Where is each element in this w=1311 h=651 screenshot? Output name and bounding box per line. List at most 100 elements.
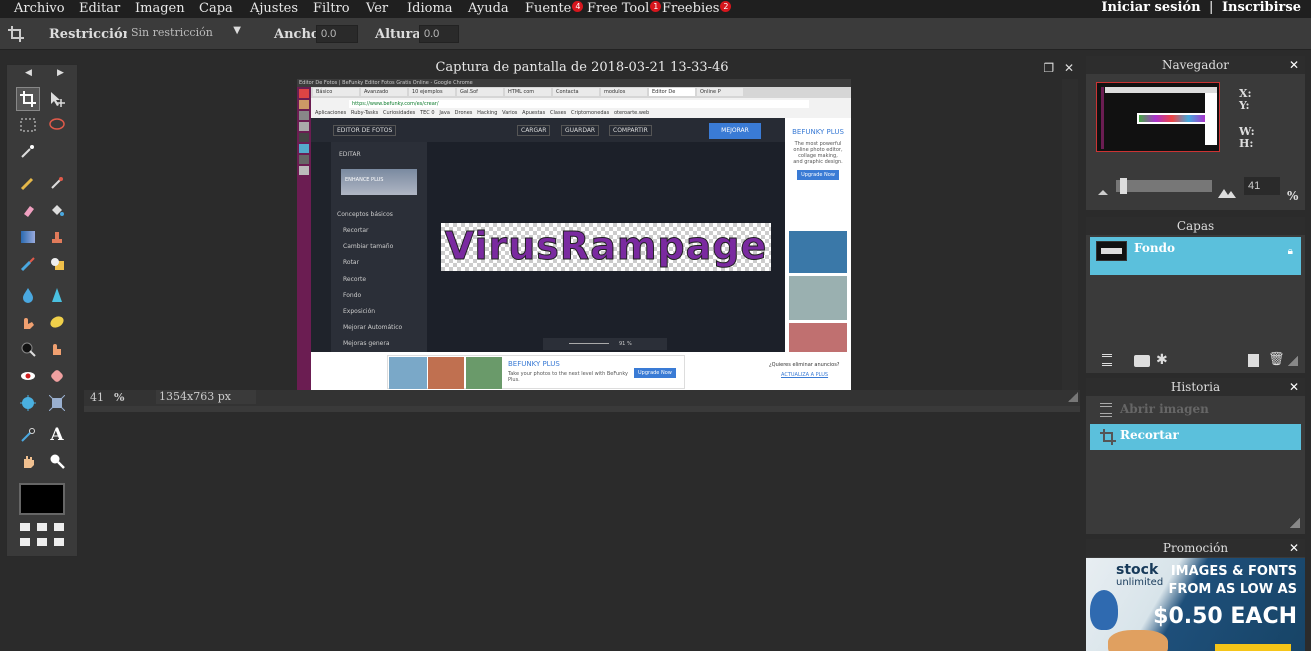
menu-imagen[interactable]: Imagen	[135, 1, 185, 16]
inner-load-button[interactable]: CARGAR	[517, 125, 551, 136]
foreground-color-swatch[interactable]	[19, 483, 65, 515]
menu-archivo[interactable]: Archivo	[14, 1, 65, 16]
chevron-left-icon[interactable]: ◀	[25, 68, 32, 78]
bookmark-item[interactable]: Hacking	[477, 110, 497, 116]
horizontal-scrollbar[interactable]	[84, 406, 1080, 412]
inner-remove-ads-link[interactable]: ACTUALIZA A PLUS	[781, 372, 828, 378]
marquee-tool-icon[interactable]	[16, 113, 40, 137]
bookmark-item[interactable]: Varios	[502, 110, 517, 116]
history-item[interactable]: Abrir imagen	[1090, 398, 1301, 424]
navigator-thumbnail[interactable]	[1096, 82, 1220, 152]
resize-handle-icon[interactable]	[1288, 356, 1298, 366]
inner-side-item[interactable]: Recorte	[343, 276, 366, 283]
bookmark-item[interactable]: Drones	[455, 110, 473, 116]
close-icon[interactable]: ✕	[1289, 378, 1299, 396]
inner-upgrade-button[interactable]: MEJORAR	[709, 123, 761, 139]
inner-side-item[interactable]: Fondo	[343, 292, 361, 299]
height-input[interactable]	[419, 25, 459, 43]
bookmark-item[interactable]: oteroarte.web	[614, 110, 649, 116]
image-canvas[interactable]: Editor De Fotos | BeFunky Editor Fotos G…	[297, 79, 851, 390]
chevron-right-icon[interactable]: ▶	[57, 68, 64, 78]
bloat-tool-icon[interactable]	[16, 391, 40, 415]
paint-bucket-icon[interactable]	[45, 198, 69, 222]
layer-effects-icon[interactable]: ✱	[1156, 352, 1168, 368]
layout-grid-icon[interactable]	[20, 523, 30, 531]
menu-idioma[interactable]: Idioma	[407, 1, 453, 16]
zoom-slider-track[interactable]	[1116, 180, 1212, 192]
close-icon[interactable]: ✕	[1064, 61, 1074, 75]
gradient-tool-icon[interactable]	[16, 225, 40, 249]
bookmark-item[interactable]: Clases	[550, 110, 566, 116]
color-replace-icon[interactable]	[16, 252, 40, 276]
sponge-tool-icon[interactable]	[45, 310, 69, 334]
history-item-active[interactable]: Recortar	[1090, 424, 1301, 450]
browser-tab[interactable]: HTML com	[505, 88, 551, 96]
text-tool-icon[interactable]: A	[45, 423, 69, 447]
bookmark-item[interactable]: Aplicaciones	[315, 110, 346, 116]
bookmark-item[interactable]: Curiosidades	[383, 110, 415, 116]
spot-heal-icon[interactable]	[45, 364, 69, 388]
menu-freebies[interactable]: Freebies 2	[662, 1, 732, 16]
browser-tab[interactable]: 10 ejemplos	[409, 88, 455, 96]
inner-side-item[interactable]: Cambiar tamaño	[343, 243, 393, 250]
menu-ayuda[interactable]: Ayuda	[468, 1, 509, 16]
layer-settings-icon[interactable]	[1102, 354, 1112, 366]
inner-ad-button[interactable]: Upgrade Now	[797, 170, 839, 180]
inner-side-item[interactable]: Rotar	[343, 259, 359, 266]
bookmark-item[interactable]: Ruby-Tasks	[351, 110, 378, 116]
inner-bottom-ad-button[interactable]: Upgrade Now	[634, 368, 676, 378]
menu-filtro[interactable]: Filtro	[313, 1, 350, 16]
restore-window-icon[interactable]: ❐	[1043, 61, 1054, 75]
zoom-value[interactable]: 41	[90, 391, 104, 404]
inner-side-item[interactable]: Mejorar Automático	[343, 324, 402, 331]
browser-tab[interactable]: Avanzado	[361, 88, 407, 96]
width-input[interactable]	[316, 25, 358, 43]
crop-tool[interactable]	[16, 87, 40, 111]
inner-save-button[interactable]: GUARDAR	[561, 125, 600, 136]
smudge-tool-icon[interactable]	[16, 310, 40, 334]
bookmark-item[interactable]: Criptomonedas	[571, 110, 609, 116]
zoom-out-icon[interactable]	[1098, 190, 1108, 195]
zoom-slider-thumb[interactable]	[1120, 178, 1127, 194]
address-field[interactable]: https://www.befunky.com/es/crear/	[349, 100, 809, 108]
signup-link[interactable]: Inscribirse	[1222, 0, 1301, 15]
pinch-tool-icon[interactable]	[45, 391, 69, 415]
new-layer-icon[interactable]	[1248, 354, 1259, 367]
inner-enhance-card[interactable]: ENHANCE PLUS	[341, 169, 417, 195]
restriction-select[interactable]: Sin restricción ▼	[127, 25, 245, 43]
burn-tool-icon[interactable]	[45, 337, 69, 361]
layout-grid-icon[interactable]	[54, 523, 64, 531]
pencil-tool-icon[interactable]	[16, 171, 40, 195]
menu-ver[interactable]: Ver	[366, 1, 388, 16]
layout-grid-icon[interactable]	[37, 538, 47, 546]
layer-mask-icon[interactable]	[1134, 355, 1150, 367]
menu-free-tool[interactable]: Free Tool 1	[587, 1, 662, 16]
layout-grid-icon[interactable]	[20, 538, 30, 546]
hand-tool-icon[interactable]	[16, 449, 40, 473]
sharpen-tool-icon[interactable]	[45, 283, 69, 307]
resize-handle-icon[interactable]	[1068, 392, 1078, 402]
resize-handle-icon[interactable]	[1290, 518, 1300, 528]
bookmark-item[interactable]: TEC 0	[420, 110, 434, 116]
layout-grid-icon[interactable]	[37, 523, 47, 531]
zoom-tool-icon[interactable]	[45, 449, 69, 473]
menu-editar[interactable]: Editar	[79, 1, 120, 16]
browser-tab[interactable]: Editor De	[649, 88, 695, 96]
login-link[interactable]: Iniciar sesión	[1101, 0, 1200, 15]
close-icon[interactable]: ✕	[1289, 56, 1299, 74]
menu-fuente[interactable]: Fuente 4	[525, 1, 584, 16]
move-tool-icon[interactable]	[45, 87, 69, 111]
inner-side-item[interactable]: Recortar	[343, 227, 369, 234]
inner-side-item[interactable]: Mejoras genera	[343, 340, 390, 347]
close-icon[interactable]: ✕	[1289, 539, 1299, 557]
trash-icon[interactable]: 🗑︎	[1268, 352, 1285, 367]
browser-tab[interactable]: Básico	[313, 88, 359, 96]
menu-ajustes[interactable]: Ajustes	[250, 1, 298, 16]
bookmark-item[interactable]: Java	[439, 110, 450, 116]
browser-tab[interactable]: Contacta	[553, 88, 599, 96]
browser-tab[interactable]: modulos	[601, 88, 647, 96]
red-eye-tool-icon[interactable]	[16, 364, 40, 388]
brush-tool-icon[interactable]	[45, 171, 69, 195]
bookmark-item[interactable]: Apuestas	[522, 110, 545, 116]
magic-wand-icon[interactable]	[16, 139, 40, 163]
